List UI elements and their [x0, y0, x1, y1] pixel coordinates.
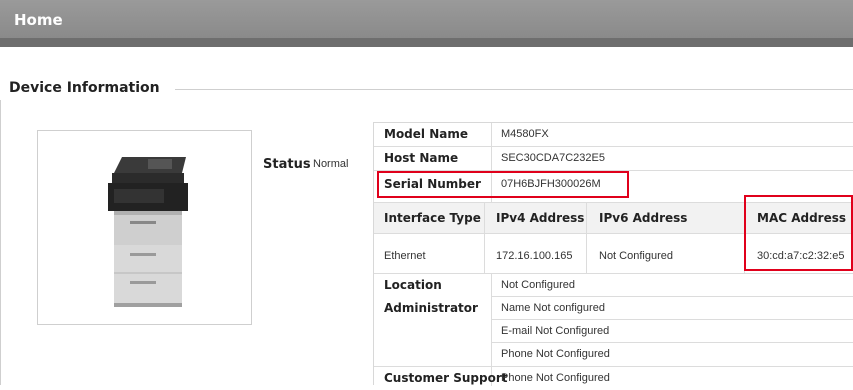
left-divider [0, 100, 1, 385]
ipv6-cell: Not Configured [599, 250, 673, 262]
mac-address-highlight [744, 195, 853, 271]
device-image-panel [37, 130, 252, 325]
customer-support-phone: Phone Not Configured [501, 372, 610, 384]
ipv4-cell: 172.16.100.165 [496, 250, 573, 262]
host-name-value: SEC30CDA7C232E5 [501, 152, 605, 164]
model-name-label: Model Name [384, 127, 468, 141]
serial-number-highlight [377, 171, 629, 198]
ipv6-header: IPv6 Address [599, 211, 688, 225]
location-value: Not Configured [501, 279, 575, 291]
status-value: Normal [313, 158, 349, 170]
section-divider [175, 89, 853, 90]
page-title: Home [14, 11, 63, 29]
title-bar: Home [0, 0, 853, 38]
title-bar-underline [0, 38, 853, 47]
location-label: Location [384, 278, 442, 292]
printer-icon [108, 157, 188, 307]
ipv4-header: IPv4 Address [496, 211, 585, 225]
interface-type-header: Interface Type [384, 211, 481, 225]
administrator-name: Name Not configured [501, 302, 605, 314]
host-name-label: Host Name [384, 151, 459, 165]
interface-type-cell: Ethernet [384, 250, 426, 262]
administrator-email: E-mail Not Configured [501, 325, 610, 337]
administrator-phone: Phone Not Configured [501, 348, 610, 360]
section-title: Device Information [9, 80, 160, 96]
customer-support-label: Customer Support [384, 371, 508, 385]
status-label: Status [263, 157, 311, 172]
administrator-label: Administrator [384, 301, 478, 315]
model-name-value: M4580FX [501, 128, 549, 140]
